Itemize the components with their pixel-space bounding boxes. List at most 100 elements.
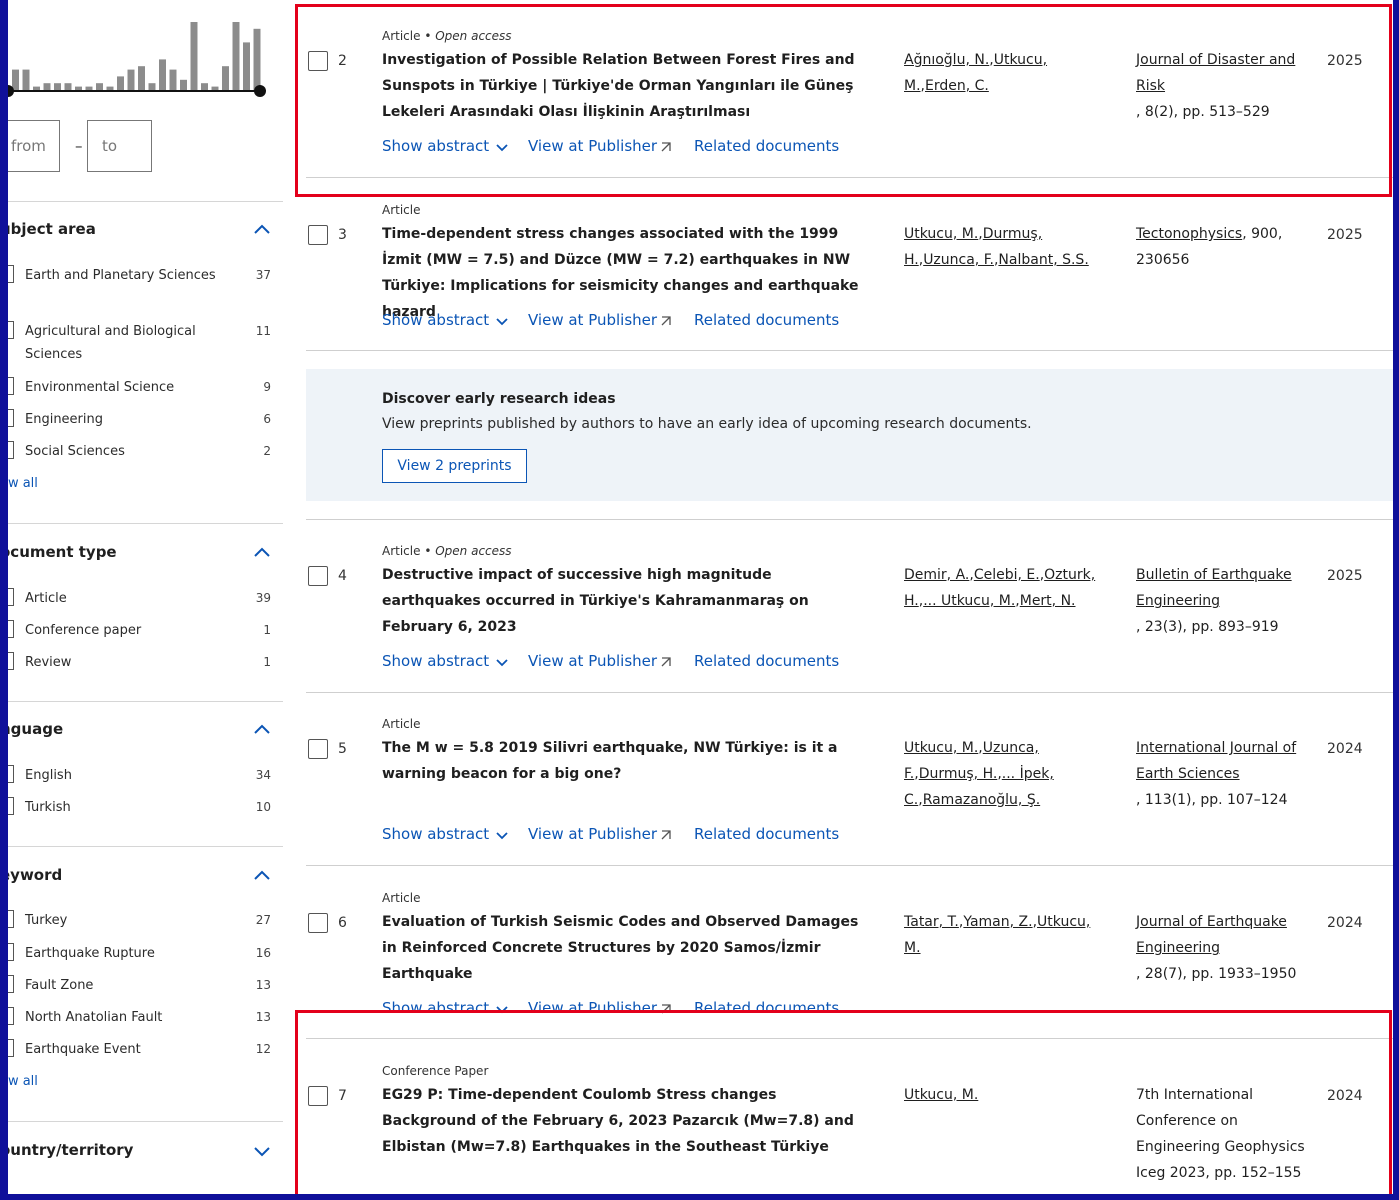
chevron-up-icon[interactable] (252, 868, 272, 882)
result-checkbox[interactable] (308, 566, 328, 586)
source-title-link[interactable]: Journal of Earthquake Engineering (1136, 914, 1287, 956)
source-title-link[interactable]: Journal of Disaster and Risk (1136, 52, 1295, 94)
view-at-publisher-link[interactable]: View at Publisher (528, 999, 694, 1017)
view-at-publisher-link[interactable]: View at Publisher (528, 652, 694, 670)
facet-item-count: 34 (255, 768, 271, 782)
facet-checkbox[interactable] (8, 265, 14, 283)
facet-item-label: Conference paper (25, 623, 142, 638)
facet-checkbox[interactable] (8, 765, 14, 783)
document-type-label: Article • Open access (382, 29, 512, 43)
chevron-up-icon[interactable] (252, 545, 272, 559)
facet-checkbox[interactable] (8, 652, 14, 670)
open-access-label: Open access (435, 29, 512, 43)
show-abstract-button[interactable]: Show abstract (382, 652, 528, 670)
related-documents-link[interactable]: Related documents (694, 825, 839, 843)
chevron-up-icon[interactable] (252, 222, 272, 236)
author-link[interactable]: Erden, C. (925, 78, 989, 94)
facet-title-language: nguage (8, 720, 64, 738)
view-at-publisher-link[interactable]: View at Publisher (528, 137, 694, 155)
facet-checkbox[interactable] (8, 377, 14, 395)
author-link[interactable]: Utkucu, M. (904, 740, 978, 756)
facet-checkbox[interactable] (8, 1007, 14, 1025)
author-link[interactable]: Nalbant, S.S. (998, 252, 1088, 268)
facet-checkbox[interactable] (8, 588, 14, 606)
result-divider (306, 350, 1393, 351)
related-documents-link[interactable]: Related documents (694, 311, 839, 329)
result-title-link[interactable]: Evaluation of Turkish Seismic Codes and … (382, 909, 862, 987)
facet-checkbox[interactable] (8, 409, 14, 427)
facet-checkbox[interactable] (8, 1039, 14, 1057)
result-divider (306, 865, 1393, 866)
show-abstract-button[interactable]: Show abstract (382, 137, 528, 155)
facet-checkbox[interactable] (8, 620, 14, 638)
chevron-up-icon[interactable] (252, 722, 272, 736)
view-at-publisher-link[interactable]: View at Publisher (528, 825, 694, 843)
show-abstract-button[interactable]: Show abstract (382, 311, 528, 329)
facet-checkbox[interactable] (8, 943, 14, 961)
histogram-bar (85, 86, 93, 90)
author-link[interactable]: Durmuş, H. (919, 766, 998, 782)
author-link[interactable]: Ağnıoğlu, N. (904, 52, 989, 68)
author-link[interactable]: Yaman, Z. (963, 914, 1032, 930)
author-list: Ağnıoğlu, N.,Utkucu, M.,Erden, C. (904, 52, 1048, 94)
show-abstract-button[interactable]: Show abstract (382, 999, 528, 1017)
facet-checkbox[interactable] (8, 321, 14, 339)
facet-item-count: 9 (263, 380, 271, 394)
author-list: Utkucu, M.,Durmuş, H.,Uzunca, F.,Nalbant… (904, 226, 1089, 268)
author-link[interactable]: Uzunca, F. (923, 252, 994, 268)
result-title-link[interactable]: EG29 P: Time-dependent Coulomb Stress ch… (382, 1082, 862, 1160)
author-link[interactable]: ... Utkucu, M. (923, 593, 1015, 609)
facet-checkbox[interactable] (8, 441, 14, 459)
chevron-down-icon (496, 831, 508, 839)
result-checkbox[interactable] (308, 225, 328, 245)
range-slider-max-handle[interactable] (254, 85, 266, 97)
view-at-publisher-label: View at Publisher (528, 137, 658, 155)
facet-checkbox[interactable] (8, 797, 14, 815)
author-link[interactable]: Utkucu, M. (904, 1087, 978, 1103)
keyword-show-all-link[interactable]: ow all (8, 1074, 38, 1089)
subject-area-show-all-link[interactable]: ow all (8, 476, 38, 491)
facet-item-label: Engineering (25, 412, 103, 427)
view-at-publisher-link[interactable]: View at Publisher (528, 311, 694, 329)
year-to-input[interactable]: to (87, 120, 152, 172)
author-link[interactable]: Tatar, T. (904, 914, 959, 930)
related-documents-link[interactable]: Related documents (694, 652, 839, 670)
show-abstract-label: Show abstract (382, 825, 490, 843)
source-title-link[interactable]: Bulletin of Earthquake Engineering (1136, 567, 1292, 609)
author-link[interactable]: Demir, A. (904, 567, 969, 583)
histogram-bar (190, 22, 198, 90)
result-title-link[interactable]: Investigation of Possible Relation Betwe… (382, 47, 862, 125)
result-divider (306, 692, 1393, 693)
preprints-promo: Discover early research ideas View prepr… (306, 369, 1393, 501)
author-link[interactable]: Utkucu, M. (904, 226, 978, 242)
related-documents-link[interactable]: Related documents (694, 999, 839, 1017)
result-actions: Show abstract View at Publisher Related do… (382, 825, 839, 843)
chevron-down-icon[interactable] (252, 1144, 272, 1158)
result-title-link[interactable]: Destructive impact of successive high ma… (382, 562, 862, 640)
result-number: 2 (338, 53, 347, 69)
author-link[interactable]: Ramazanoğlu, Ş. (923, 792, 1040, 808)
result-checkbox[interactable] (308, 1086, 328, 1106)
facet-checkbox[interactable] (8, 910, 14, 928)
histogram-bar (117, 76, 124, 90)
year-from-input[interactable]: from (8, 120, 60, 172)
facet-checkbox[interactable] (8, 975, 14, 993)
author-link[interactable]: Mert, N. (1020, 593, 1076, 609)
author-link[interactable]: Celebi, E. (974, 567, 1040, 583)
show-abstract-button[interactable]: Show abstract (382, 825, 528, 843)
result-checkbox[interactable] (308, 739, 328, 759)
result-checkbox[interactable] (308, 913, 328, 933)
related-documents-link[interactable]: Related documents (694, 137, 839, 155)
view-preprints-button[interactable]: View 2 preprints (382, 449, 527, 483)
result-number: 6 (338, 915, 347, 931)
document-type-text: Article (382, 891, 421, 905)
source-title-link[interactable]: Tectonophysics (1136, 226, 1242, 242)
source-title-link[interactable]: International Journal of Earth Sciences (1136, 740, 1296, 782)
source-detail: , 28(7), pp. 1933–1950 (1136, 966, 1297, 982)
result-checkbox[interactable] (308, 51, 328, 71)
result-title-link[interactable]: The M w = 5.8 2019 Silivri earthquake, N… (382, 735, 862, 787)
facet-item-count: 27 (255, 913, 271, 927)
document-type-label: Article • Open access (382, 544, 512, 558)
result-title-link[interactable]: Time-dependent stress changes associated… (382, 221, 862, 325)
show-abstract-label: Show abstract (382, 652, 490, 670)
